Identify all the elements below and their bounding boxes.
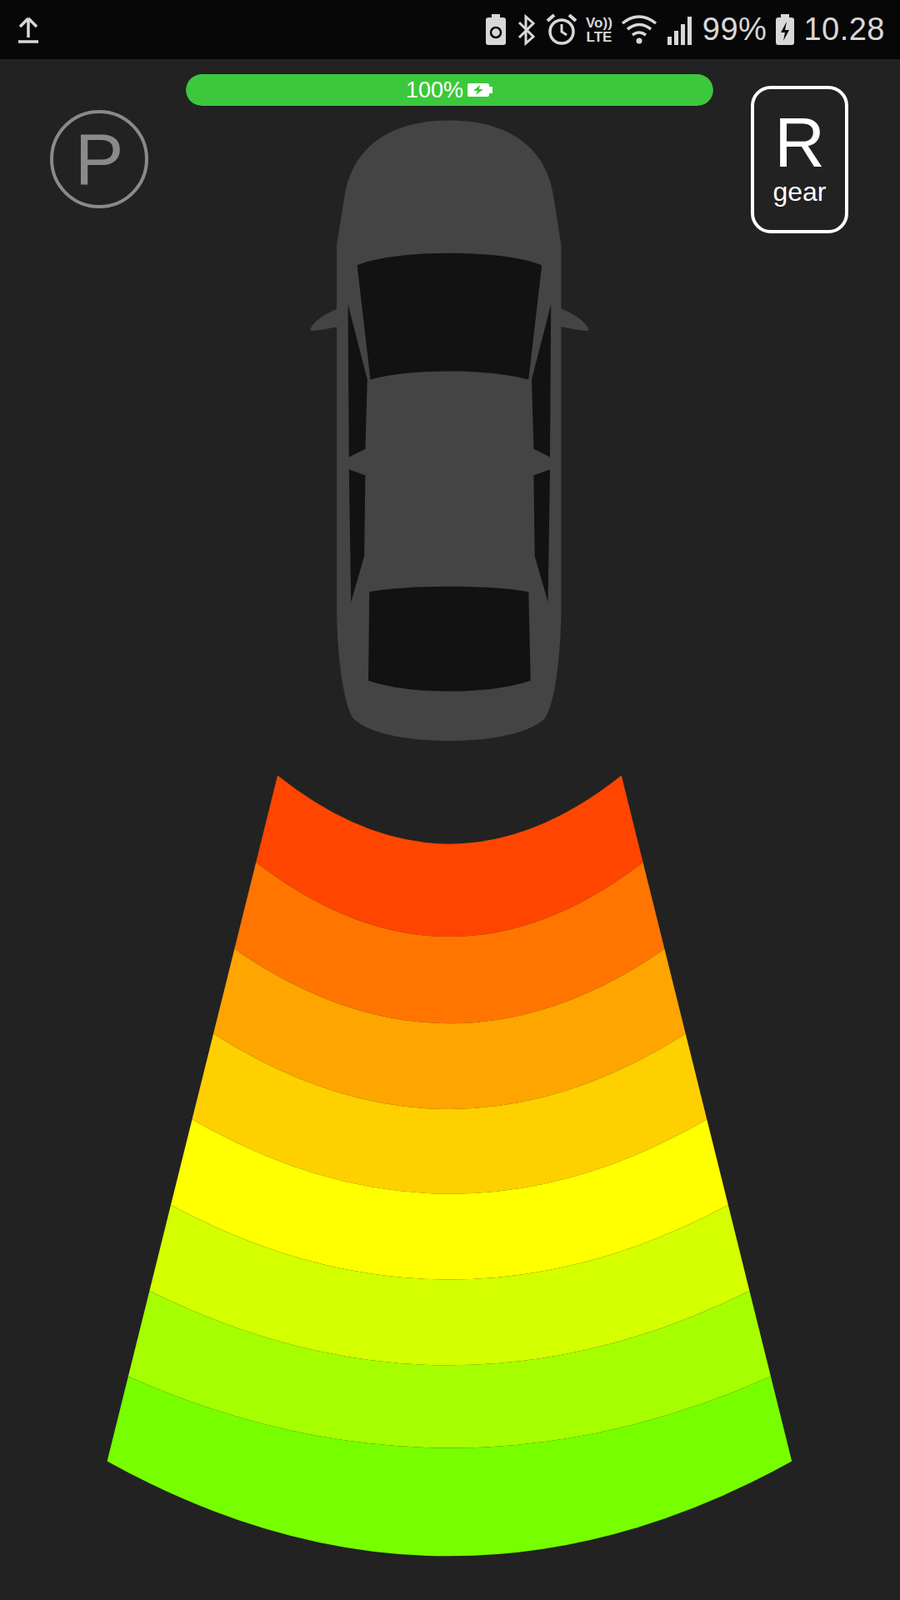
parking-icon[interactable]: P bbox=[50, 110, 149, 209]
bluetooth-icon bbox=[515, 13, 538, 47]
alarm-icon bbox=[545, 13, 578, 47]
parking-label: P bbox=[75, 122, 125, 196]
lte-text: LTE bbox=[586, 30, 613, 45]
volte-indicator: Vo)) LTE bbox=[585, 15, 613, 45]
gear-letter: R bbox=[774, 107, 825, 178]
parking-view bbox=[0, 0, 900, 1600]
charging-icon bbox=[466, 81, 494, 99]
battery-icon bbox=[775, 13, 795, 47]
sensor-fan bbox=[107, 775, 793, 1557]
wifi-icon bbox=[620, 13, 658, 47]
gear-caption: gear bbox=[772, 177, 826, 207]
battery-saver-icon bbox=[484, 13, 508, 47]
battery-label: 100% bbox=[405, 77, 464, 104]
battery-percent: 99% bbox=[702, 11, 768, 48]
signal-icon bbox=[665, 13, 695, 47]
car-icon bbox=[310, 120, 589, 740]
sensor-zone bbox=[107, 1376, 793, 1557]
upload-icon bbox=[16, 15, 40, 45]
clock: 10.28 bbox=[803, 11, 885, 48]
status-bar: Vo)) LTE 99% 10.28 bbox=[0, 0, 900, 60]
battery-bar: 100% bbox=[185, 74, 714, 106]
gear-indicator[interactable]: R gear bbox=[750, 85, 849, 234]
volte-text: Vo)) bbox=[585, 15, 613, 30]
